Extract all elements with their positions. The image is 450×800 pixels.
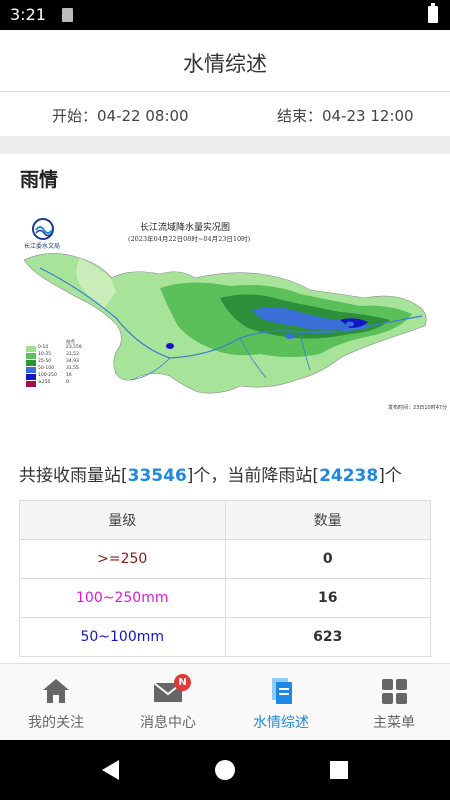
legend-swatch bbox=[26, 381, 36, 387]
nav-label: 水情综述 bbox=[253, 715, 309, 731]
legend-count: 31,55 bbox=[66, 366, 79, 371]
nav-label: 消息中心 bbox=[140, 715, 196, 731]
table-row[interactable]: >=250 0 bbox=[20, 540, 431, 579]
legend-count: 34,93 bbox=[66, 359, 79, 364]
legend-count: 16 bbox=[66, 373, 72, 378]
raining-stations: 24238 bbox=[319, 466, 379, 486]
bottom-nav: 我的关注 N 消息中心 水情综述 主菜单 bbox=[0, 663, 450, 740]
sim-card-icon bbox=[62, 8, 73, 22]
nav-item-water-summary[interactable]: 水情综述 bbox=[225, 664, 337, 741]
document-icon bbox=[272, 678, 292, 704]
legend-swatch bbox=[26, 367, 36, 373]
table-header: 量级 数量 bbox=[20, 501, 431, 540]
legend-range: 100-250 bbox=[38, 373, 57, 378]
legend-count: 0 bbox=[66, 380, 69, 385]
level-cell: 100~250mm bbox=[20, 579, 226, 618]
nav-item-my-follow[interactable]: 我的关注 bbox=[0, 664, 112, 741]
legend-item: 100-250 16 bbox=[26, 373, 86, 381]
legend-range: 50-100 bbox=[38, 366, 54, 371]
legend-count: 23,559 bbox=[66, 345, 82, 350]
legend-range: ≥250 bbox=[38, 380, 51, 385]
battery-icon bbox=[428, 3, 438, 23]
count-cell: 0 bbox=[225, 540, 431, 579]
rain-level-table: 量级 数量 >=250 0 100~250mm 16 50~100mm 623 bbox=[19, 500, 431, 657]
range-end: 结束：04-23 12:00 bbox=[277, 107, 414, 125]
summary-suffix: ]个 bbox=[378, 466, 402, 486]
map-publish-time: 发布时间：23日10时47分 bbox=[388, 405, 448, 411]
rain-section-title: 雨情 bbox=[20, 169, 59, 191]
count-cell: 623 bbox=[225, 618, 431, 657]
message-badge: N bbox=[174, 674, 191, 691]
table-row[interactable]: 50~100mm 623 bbox=[20, 618, 431, 657]
map-legend: 0-10 23,559 10-25 31,53 25-50 34,93 50-100 31,5… bbox=[26, 345, 86, 388]
summary-middle: ]个，当前降雨站[ bbox=[186, 466, 320, 486]
level-cell: >=250 bbox=[20, 540, 226, 579]
page-title: 水情综述 bbox=[183, 52, 267, 76]
recent-apps-icon[interactable] bbox=[330, 761, 348, 779]
system-nav-bar bbox=[0, 740, 450, 800]
title-bar: 水情综述 bbox=[0, 30, 450, 92]
header-count: 数量 bbox=[225, 501, 431, 540]
legend-swatch bbox=[26, 360, 36, 366]
nav-item-main-menu[interactable]: 主菜单 bbox=[338, 664, 450, 741]
range-start: 开始：04-22 08:00 bbox=[52, 107, 189, 125]
legend-count: 31,53 bbox=[66, 352, 79, 357]
station-summary: 共接收雨量站[33546]个，当前降雨站[24238]个 bbox=[19, 461, 402, 486]
level-cell: 50~100mm bbox=[20, 618, 226, 657]
legend-range: 10-25 bbox=[38, 352, 52, 357]
home-icon bbox=[43, 679, 69, 703]
legend-range: 0-10 bbox=[38, 345, 49, 350]
nav-item-messages[interactable]: N 消息中心 bbox=[112, 664, 224, 741]
legend-range: 25-50 bbox=[38, 359, 52, 364]
section-divider bbox=[0, 136, 450, 154]
nav-label: 主菜单 bbox=[373, 715, 415, 731]
status-time: 3:21 bbox=[10, 5, 46, 24]
legend-swatch bbox=[26, 346, 36, 352]
header-level: 量级 bbox=[20, 501, 226, 540]
summary-prefix: 共接收雨量站[ bbox=[19, 466, 128, 486]
home-button-icon[interactable] bbox=[215, 760, 235, 780]
rainfall-map[interactable]: 长江委水文局 长江流域降水量实况图 (2023年04月22日08时~04月23日… bbox=[20, 208, 447, 418]
legend-swatch bbox=[26, 353, 36, 359]
back-icon[interactable] bbox=[102, 760, 119, 780]
total-stations: 33546 bbox=[127, 466, 187, 486]
time-range: 开始：04-22 08:00 结束：04-23 12:00 bbox=[0, 92, 450, 136]
legend-swatch bbox=[26, 374, 36, 380]
legend-item: ≥250 0 bbox=[26, 380, 86, 388]
nav-label: 我的关注 bbox=[28, 715, 84, 731]
grid-icon bbox=[382, 679, 407, 704]
table-row[interactable]: 100~250mm 16 bbox=[20, 579, 431, 618]
status-bar: 3:21 bbox=[0, 0, 450, 30]
count-cell: 16 bbox=[225, 579, 431, 618]
